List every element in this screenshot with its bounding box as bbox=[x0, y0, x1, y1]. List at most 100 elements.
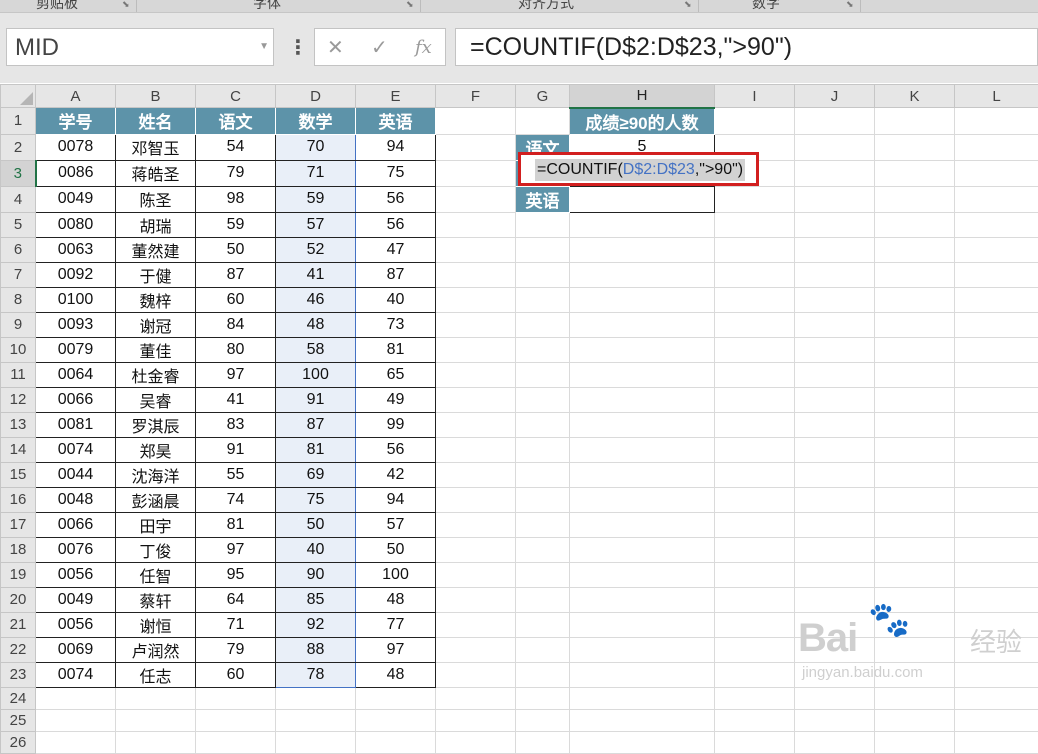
cell[interactable] bbox=[356, 731, 436, 753]
cell[interactable] bbox=[875, 387, 955, 412]
table-header-cell[interactable]: 数学 bbox=[276, 108, 356, 135]
table-cell[interactable]: 75 bbox=[356, 160, 436, 186]
table-cell[interactable]: 0063 bbox=[36, 237, 116, 262]
cell[interactable] bbox=[795, 462, 875, 487]
dialog-launcher-icon[interactable]: ⬊ bbox=[406, 0, 414, 10]
cell[interactable] bbox=[955, 687, 1038, 709]
cell[interactable] bbox=[516, 612, 570, 637]
cell[interactable] bbox=[570, 662, 715, 687]
cell[interactable] bbox=[875, 337, 955, 362]
cell[interactable] bbox=[570, 562, 715, 587]
table-cell[interactable]: 0048 bbox=[36, 487, 116, 512]
table-cell[interactable]: 56 bbox=[356, 186, 436, 212]
cell[interactable] bbox=[715, 687, 795, 709]
cell[interactable] bbox=[715, 537, 795, 562]
cell[interactable] bbox=[570, 412, 715, 437]
cell[interactable] bbox=[436, 709, 516, 731]
cell[interactable] bbox=[715, 731, 795, 753]
cell[interactable] bbox=[875, 537, 955, 562]
cell[interactable] bbox=[875, 437, 955, 462]
table-cell[interactable]: 胡瑞 bbox=[116, 212, 196, 237]
row-header[interactable]: 21 bbox=[1, 612, 36, 637]
table-cell[interactable]: 60 bbox=[196, 662, 276, 687]
cell[interactable] bbox=[36, 731, 116, 753]
cell[interactable] bbox=[516, 512, 570, 537]
table-cell[interactable]: 69 bbox=[276, 462, 356, 487]
cell[interactable] bbox=[875, 462, 955, 487]
row-header[interactable]: 16 bbox=[1, 487, 36, 512]
table-cell[interactable]: 79 bbox=[196, 160, 276, 186]
table-cell[interactable]: 0079 bbox=[36, 337, 116, 362]
table-header-cell[interactable]: 语文 bbox=[196, 108, 276, 135]
cell[interactable] bbox=[516, 437, 570, 462]
cell[interactable] bbox=[436, 462, 516, 487]
cell[interactable] bbox=[955, 562, 1038, 587]
cell[interactable] bbox=[570, 387, 715, 412]
cell[interactable] bbox=[715, 462, 795, 487]
cell[interactable] bbox=[516, 337, 570, 362]
table-cell[interactable]: 81 bbox=[356, 337, 436, 362]
table-cell[interactable]: 50 bbox=[276, 512, 356, 537]
column-header[interactable]: G bbox=[516, 85, 570, 108]
cell[interactable] bbox=[715, 337, 795, 362]
cell[interactable] bbox=[436, 212, 516, 237]
table-cell[interactable]: 87 bbox=[196, 262, 276, 287]
cell[interactable] bbox=[516, 237, 570, 262]
table-cell[interactable]: 47 bbox=[356, 237, 436, 262]
cell[interactable] bbox=[570, 212, 715, 237]
cell[interactable] bbox=[570, 587, 715, 612]
formula-input[interactable]: =COUNTIF(D$2:D$23,">90") bbox=[455, 28, 1038, 66]
table-cell[interactable]: 丁俊 bbox=[116, 537, 196, 562]
column-header[interactable]: B bbox=[116, 85, 196, 108]
cell[interactable] bbox=[276, 687, 356, 709]
cell[interactable] bbox=[795, 212, 875, 237]
cell[interactable] bbox=[875, 412, 955, 437]
cell[interactable] bbox=[875, 186, 955, 212]
cell[interactable] bbox=[875, 160, 955, 186]
table-cell[interactable]: 94 bbox=[356, 134, 436, 160]
table-cell[interactable]: 0044 bbox=[36, 462, 116, 487]
table-cell[interactable]: 84 bbox=[196, 312, 276, 337]
summary-label[interactable]: 英语 bbox=[516, 186, 570, 212]
cell[interactable] bbox=[436, 237, 516, 262]
cell[interactable] bbox=[715, 437, 795, 462]
column-header[interactable]: J bbox=[795, 85, 875, 108]
table-cell[interactable]: 0078 bbox=[36, 134, 116, 160]
column-header[interactable]: I bbox=[715, 85, 795, 108]
cell[interactable] bbox=[516, 587, 570, 612]
cell[interactable] bbox=[955, 212, 1038, 237]
table-cell[interactable]: 吴睿 bbox=[116, 387, 196, 412]
cell[interactable] bbox=[516, 212, 570, 237]
summary-value[interactable] bbox=[570, 186, 715, 212]
table-cell[interactable]: 沈海洋 bbox=[116, 462, 196, 487]
table-cell[interactable]: 91 bbox=[196, 437, 276, 462]
cell[interactable] bbox=[955, 462, 1038, 487]
row-header[interactable]: 8 bbox=[1, 287, 36, 312]
table-cell[interactable]: 60 bbox=[196, 287, 276, 312]
table-cell[interactable]: 0081 bbox=[36, 412, 116, 437]
cell[interactable] bbox=[875, 487, 955, 512]
cell[interactable] bbox=[795, 512, 875, 537]
table-cell[interactable]: 0074 bbox=[36, 662, 116, 687]
table-cell[interactable]: 64 bbox=[196, 587, 276, 612]
table-cell[interactable]: 91 bbox=[276, 387, 356, 412]
table-cell[interactable]: 57 bbox=[276, 212, 356, 237]
cell[interactable] bbox=[516, 412, 570, 437]
table-cell[interactable]: 54 bbox=[196, 134, 276, 160]
table-cell[interactable]: 任志 bbox=[116, 662, 196, 687]
cell[interactable] bbox=[436, 637, 516, 662]
table-cell[interactable]: 55 bbox=[196, 462, 276, 487]
row-header[interactable]: 12 bbox=[1, 387, 36, 412]
table-cell[interactable]: 40 bbox=[276, 537, 356, 562]
cell[interactable] bbox=[356, 709, 436, 731]
row-header[interactable]: 11 bbox=[1, 362, 36, 387]
table-cell[interactable]: 81 bbox=[276, 437, 356, 462]
cell[interactable] bbox=[955, 337, 1038, 362]
cell[interactable] bbox=[715, 709, 795, 731]
table-header-cell[interactable]: 学号 bbox=[36, 108, 116, 135]
cell[interactable] bbox=[715, 612, 795, 637]
cell[interactable] bbox=[715, 312, 795, 337]
cell[interactable] bbox=[570, 362, 715, 387]
table-cell[interactable]: 87 bbox=[276, 412, 356, 437]
cell[interactable] bbox=[436, 587, 516, 612]
